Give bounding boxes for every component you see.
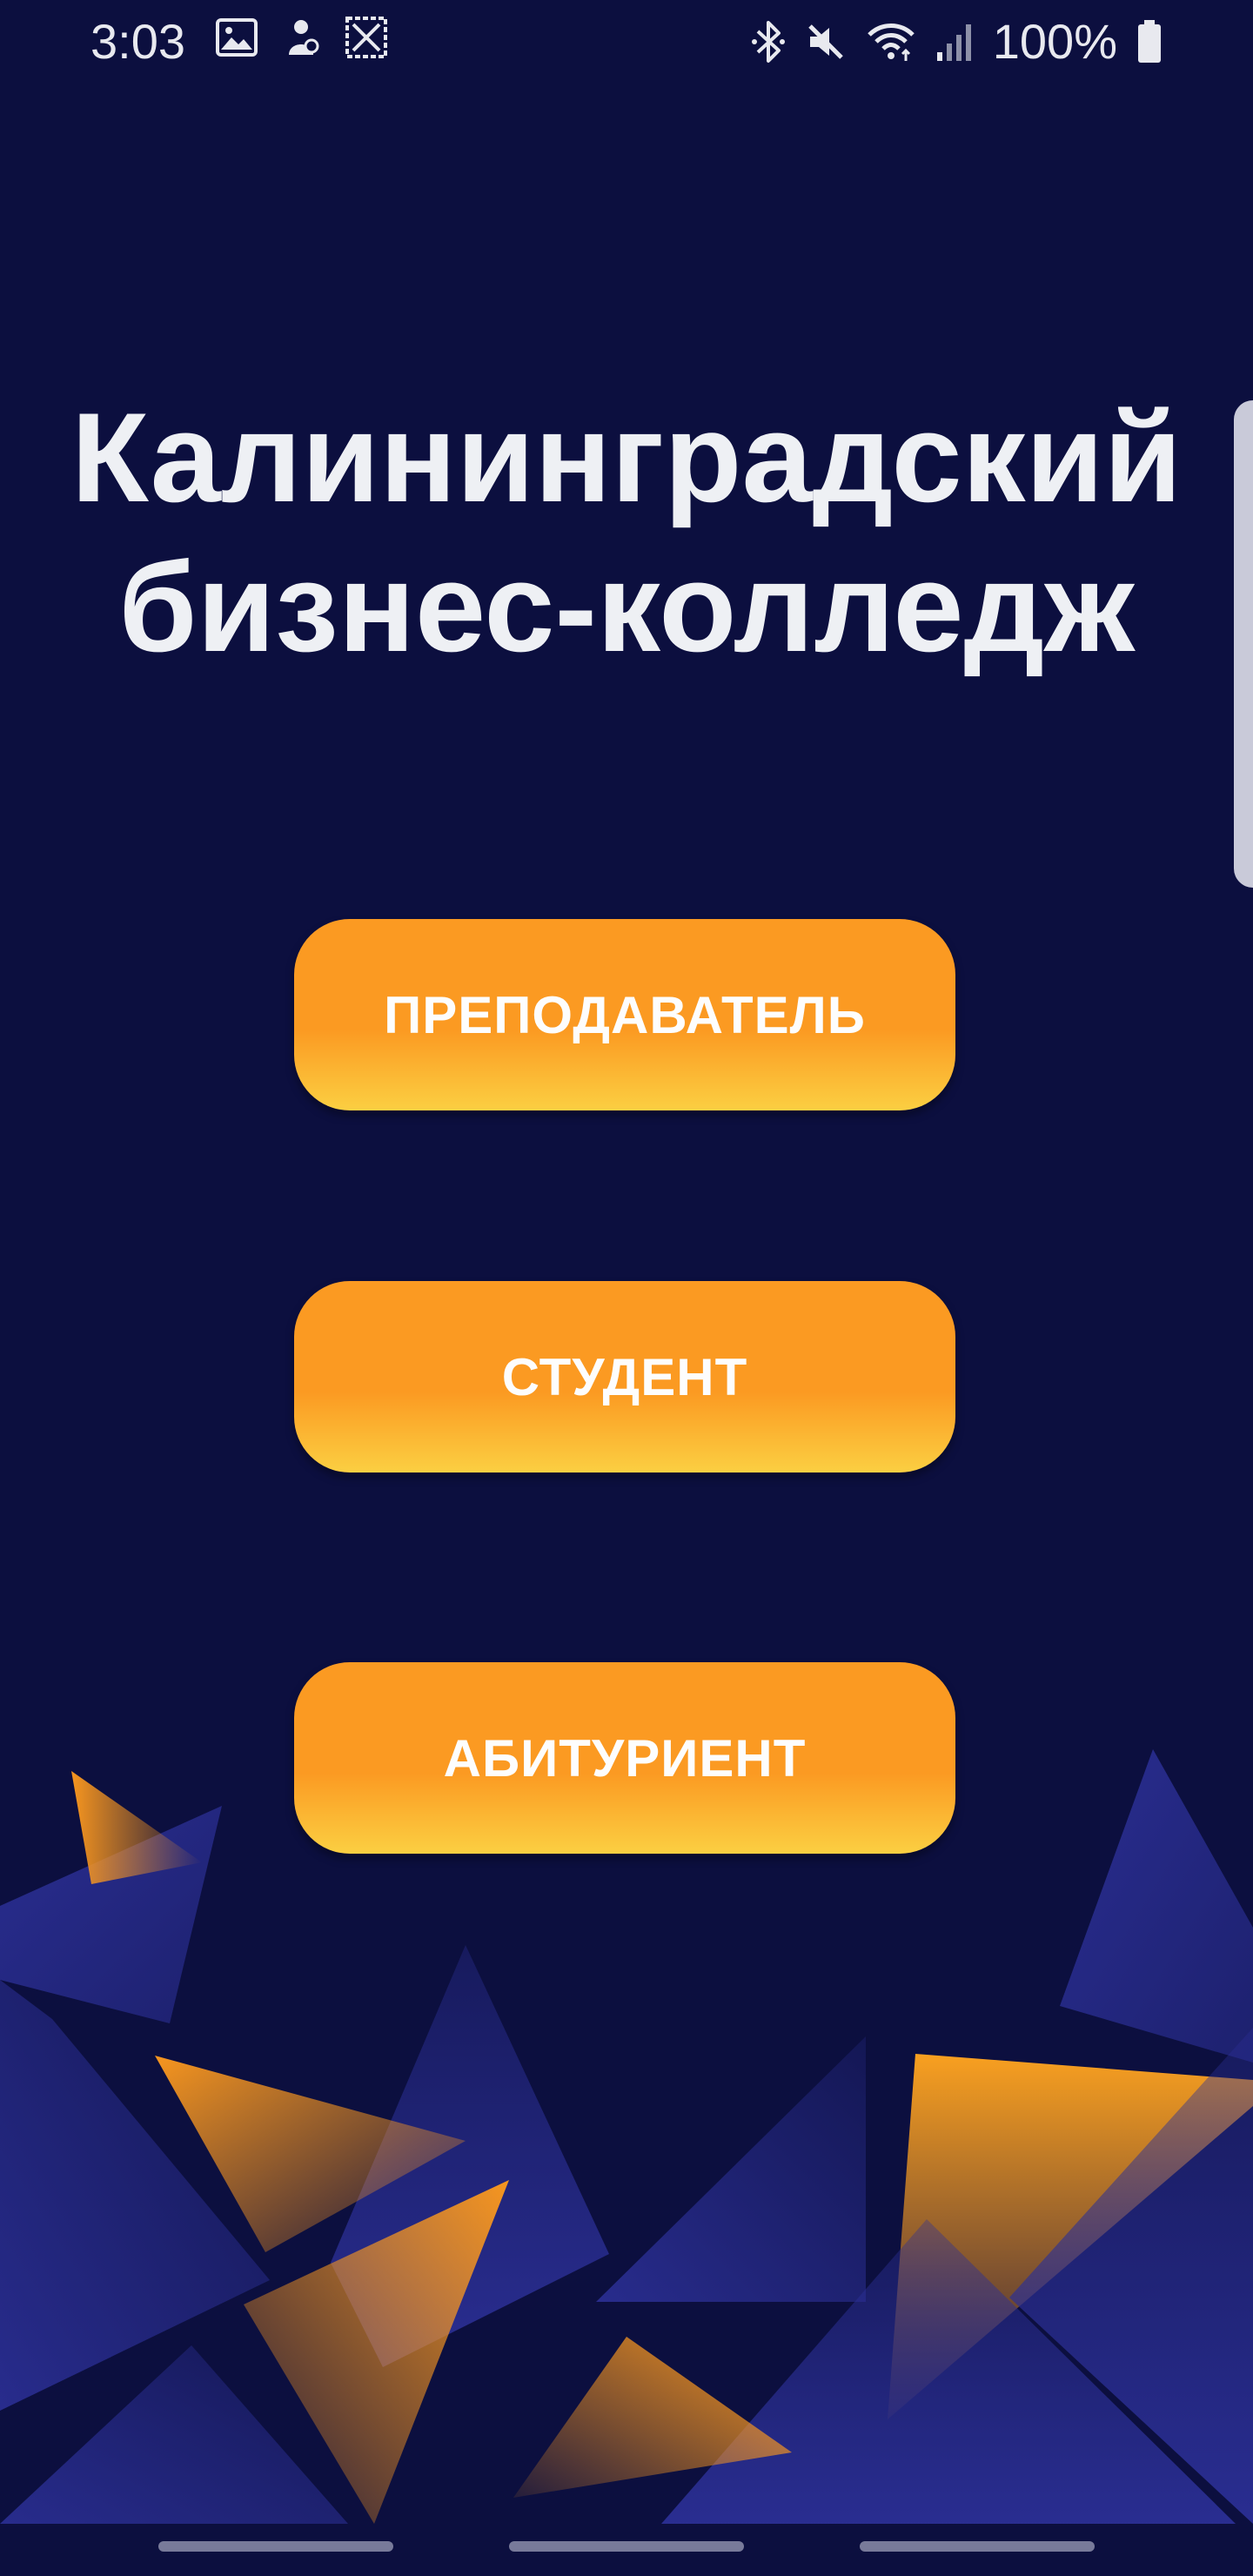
wifi-icon <box>866 21 916 63</box>
student-button[interactable]: СТУДЕНТ <box>294 1281 955 1472</box>
bluetooth-icon <box>751 19 786 64</box>
title-line-1: Калининградский <box>70 386 1183 528</box>
app-notification-icon <box>345 16 388 59</box>
title-line-2: бизнес-колледж <box>118 536 1135 678</box>
triangle-orange-left-lower <box>244 2180 509 2524</box>
status-right-group: 100% <box>751 14 1163 70</box>
triangle-orange-left-mid <box>155 2056 466 2252</box>
cellular-signal-icon <box>935 21 974 63</box>
profile-notification-icon <box>282 17 320 58</box>
back-gesture-hint[interactable] <box>860 2541 1095 2552</box>
college-title: Калининградский бизнес-колледж <box>0 383 1253 682</box>
status-bar: 3:03 100% <box>0 0 1253 84</box>
battery-percentage: 100% <box>992 14 1117 69</box>
navigation-gesture-bar <box>0 2524 1253 2576</box>
status-time: 3:03 <box>90 14 185 69</box>
image-icon <box>216 18 258 57</box>
teacher-button[interactable]: ПРЕПОДАВАТЕЛЬ <box>294 919 955 1110</box>
applicant-button[interactable]: АБИТУРИЕНТ <box>294 1662 955 1854</box>
triangle-blue-bottom-left <box>0 2345 348 2524</box>
triangle-blue-center-right <box>596 2036 866 2302</box>
triangle-blue-center-large <box>331 1945 609 2367</box>
triangle-orange-small-left <box>71 1771 202 1884</box>
home-gesture-hint[interactable] <box>509 2541 744 2552</box>
battery-full-icon <box>1136 20 1163 64</box>
triangle-blue-right-top <box>1060 1749 1253 2063</box>
triangle-orange-bottom-center <box>513 2337 792 2498</box>
triangle-blue-bottom-center <box>661 2219 1236 2524</box>
triangle-blue-left-large <box>0 1980 270 2411</box>
status-left-icons <box>216 16 388 59</box>
recent-apps-gesture-hint[interactable] <box>158 2541 393 2552</box>
triangle-blue-right-bottom <box>1009 2028 1253 2524</box>
triangle-blue-left-top <box>0 1806 222 2023</box>
app-screen: 3:03 100% Калининградский бизнес-колледж… <box>0 0 1253 2576</box>
triangle-orange-right-large <box>888 2054 1253 2419</box>
mute-icon <box>805 21 847 63</box>
